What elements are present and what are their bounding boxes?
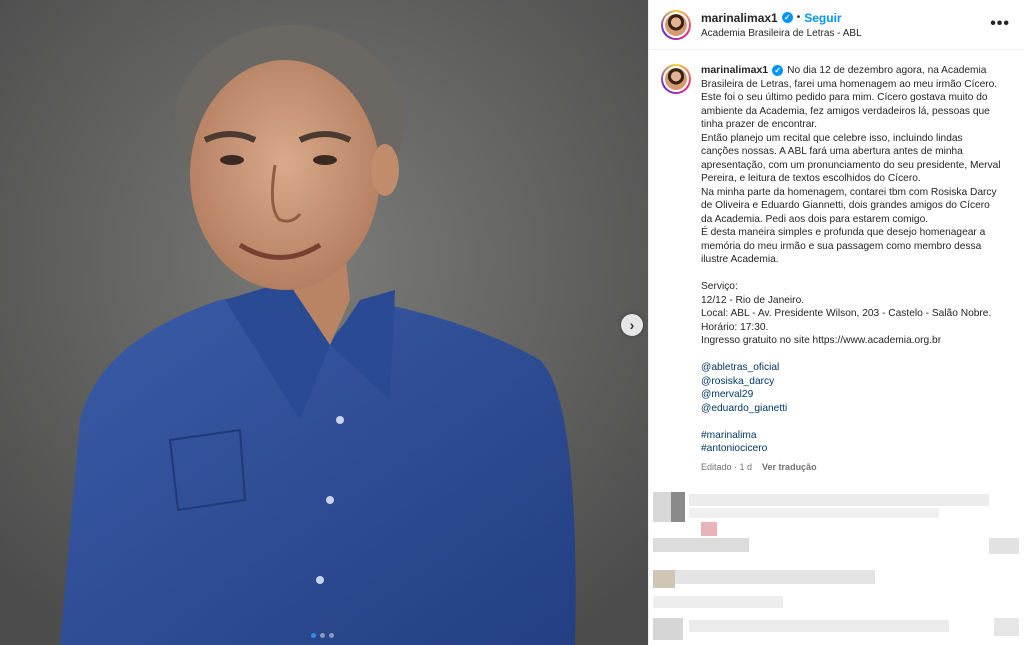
carousel-dot — [329, 633, 334, 638]
next-image-button[interactable]: › — [621, 314, 643, 336]
hashtag-link[interactable]: #antoniocicero — [701, 442, 1001, 456]
caption-paragraph: É desta maneira simples e profunda que d… — [701, 227, 986, 265]
blurred-comments — [649, 486, 1024, 645]
see-translation-button[interactable]: Ver tradução — [762, 461, 817, 475]
service-line: Ingresso gratuito no site https://www.ac… — [701, 335, 942, 346]
verified-badge-icon: ✓ — [772, 65, 784, 76]
follow-button[interactable]: Seguir — [804, 11, 841, 25]
post-photo[interactable]: › — [0, 0, 648, 645]
service-line: Local: ABL - Av. Presidente Wilson, 203 … — [701, 308, 992, 319]
caption-paragraph: Este foi o seu último pedido para mim. C… — [701, 92, 990, 130]
location-link[interactable]: Academia Brasileira de Letras - ABL — [701, 28, 862, 39]
username-link[interactable]: marinalimax1 — [701, 11, 778, 25]
post-caption: marinalimax1 ✓ No dia 12 de dezembro agora… — [649, 50, 1024, 474]
avatar[interactable] — [661, 9, 691, 40]
mention-link[interactable]: @merval29 — [701, 388, 1001, 402]
hashtag-link[interactable]: #marinalima — [701, 429, 1001, 443]
edited-timestamp: Editado · 1 d — [701, 461, 753, 472]
service-line: Horário: 17:30. — [701, 321, 769, 333]
post-side-panel: marinalimax1 ✓ • Seguir Academia Brasile… — [648, 0, 1024, 645]
service-line: 12/12 - Rio de Janeiro. — [701, 294, 805, 306]
verified-badge-icon: ✓ — [781, 12, 793, 23]
separator-dot: • — [796, 12, 801, 23]
portrait-illustration — [0, 0, 648, 645]
service-line: Serviço: — [701, 281, 738, 292]
carousel-indicator — [311, 633, 334, 638]
caption-username-link[interactable]: marinalimax1 — [701, 64, 768, 76]
carousel-dot — [311, 633, 316, 638]
carousel-dot — [320, 633, 325, 638]
mention-link[interactable]: @rosiska_darcy — [701, 375, 1001, 389]
mention-link[interactable]: @abletras_oficial — [701, 361, 1001, 375]
caption-paragraph: Então planejo um recital que celebre iss… — [701, 132, 1001, 185]
more-options-icon[interactable]: ••• — [990, 16, 1010, 32]
avatar[interactable] — [661, 64, 691, 94]
post-header: marinalimax1 ✓ • Seguir Academia Brasile… — [649, 0, 1024, 50]
caption-paragraph: Na minha parte da homenagem, contarei tb… — [701, 186, 997, 225]
mention-link[interactable]: @eduardo_gianetti — [701, 402, 1001, 416]
